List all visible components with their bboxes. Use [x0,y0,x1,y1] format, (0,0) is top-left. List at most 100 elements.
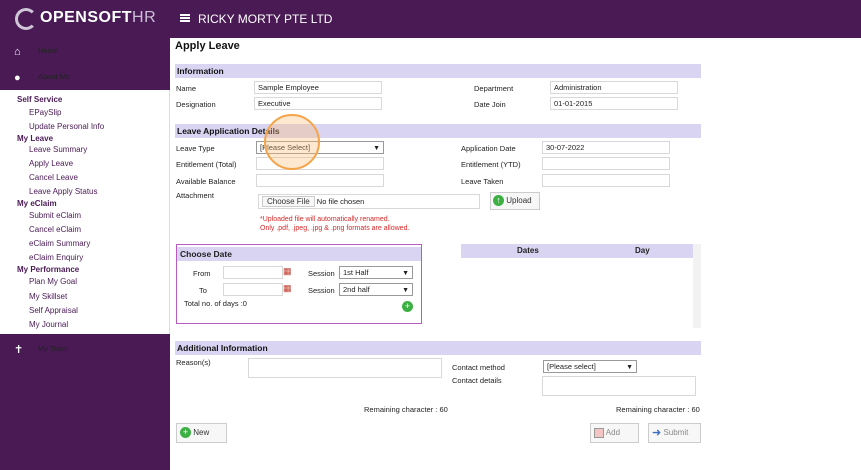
contact-method-label: Contact method [452,363,505,372]
to-date-input[interactable] [223,283,283,296]
nav-home-label: Home [38,46,59,55]
available-balance-label: Available Balance [176,177,236,186]
logo[interactable]: OPENSOFTHR [0,0,170,38]
department-label: Department [474,84,514,93]
logo-text: OPENSOFT [40,9,133,26]
contact-method-select[interactable]: [Please select] ▼ [543,360,637,373]
remaining-characters-reasons: Remaining character : 60 [364,405,448,414]
leave-taken-field [542,174,670,187]
from-date-input[interactable] [223,266,283,279]
upload-label: Upload [506,196,532,205]
add-button[interactable]: Add [590,423,639,443]
upload-button[interactable]: ↑ Upload [490,192,540,210]
department-field: Administration [550,81,678,94]
submenu: Self Service EPaySlip Update Personal In… [0,90,170,334]
choose-date-panel: Choose Date From ▦ Session 1st Half ▼ To… [176,244,422,324]
remaining-characters-contact: Remaining character : 60 [616,405,700,414]
dates-table: Dates Day [461,244,701,328]
available-balance-field [256,174,384,187]
leave-taken-label: Leave Taken [461,177,504,186]
menu-item-my-skillset[interactable]: My Skillset [29,292,67,301]
arrow-right-icon: ➜ [652,427,662,439]
save-icon [594,427,604,438]
chevron-down-icon: ▼ [402,287,409,294]
to-label: To [199,286,207,295]
user-icon: ● [14,72,21,84]
chevron-down-icon: ▼ [373,145,380,152]
menu-self-service[interactable]: Self Service [17,95,62,104]
session-to-value: 2nd half [343,285,370,294]
menu-item-cancel-leave[interactable]: Cancel Leave [29,173,78,182]
nav-about-me[interactable]: ● About Me [0,64,170,92]
upload-icon: ↑ [493,195,504,207]
nav-my-team[interactable]: ✝ My Team [0,336,170,364]
upload-note-1: *Uploaded file will automatically rename… [260,216,390,223]
chevron-down-icon: ▼ [626,364,633,371]
menu-item-eclaim-enquiry[interactable]: eClaim Enquiry [29,253,83,262]
menu-item-eclaim-summary[interactable]: eClaim Summary [29,239,90,248]
application-date-label: Application Date [461,144,516,153]
session-from-select[interactable]: 1st Half ▼ [339,266,413,279]
menu-item-leave-apply-status[interactable]: Leave Apply Status [29,187,98,196]
dates-table-header: Dates Day [461,244,693,258]
entitlement-ytd-field [542,157,670,170]
menu-item-plan-my-goal[interactable]: Plan My Goal [29,277,77,286]
information-heading: Information [175,64,701,78]
attachment-label: Attachment [176,191,214,200]
col-dates: Dates [517,246,539,255]
file-input[interactable]: Choose File No file chosen [258,194,480,209]
menu-my-leave[interactable]: My Leave [17,134,53,143]
submit-button[interactable]: ➜ Submit [648,423,701,443]
upload-note-2: Only .pdf, .jpeg, .jpg & .png formats ar… [260,225,410,232]
leave-type-label: Leave Type [176,144,215,153]
nav-home[interactable]: ⌂ Home [0,38,170,66]
logo-text-light: HR [132,9,157,26]
entitlement-ytd-label: Entitlement (YTD) [461,160,521,169]
no-file-text: No file chosen [316,197,365,206]
menu-item-my-journal[interactable]: My Journal [29,320,68,329]
menu-item-epayslip[interactable]: EPaySlip [29,108,61,117]
menu-item-leave-summary[interactable]: Leave Summary [29,145,87,154]
add-icon: + [180,427,191,439]
home-icon: ⌂ [14,46,21,58]
col-day: Day [635,246,650,255]
menu-my-eclaim[interactable]: My eClaim [17,199,57,208]
entitlement-total-label: Entitlement (Total) [176,160,237,169]
from-calendar-icon[interactable]: ▦ [283,266,292,277]
nav-about-label: About Me [38,72,71,81]
additional-heading: Additional Information [175,341,701,355]
page-title: Apply Leave [175,40,240,52]
session-to-label: Session [308,286,335,295]
dates-scrollbar[interactable] [693,244,701,328]
logo-mark-icon [15,8,37,30]
application-date-field: 30-07-2022 [542,141,670,154]
submit-label: Submit [663,428,689,438]
add-date-icon[interactable]: + [402,301,413,312]
from-label: From [193,269,211,278]
menu-my-performance[interactable]: My Performance [17,265,79,274]
datejoin-label: Date Join [474,100,506,109]
menu-icon[interactable] [180,14,190,22]
menu-item-update-personal-info[interactable]: Update Personal Info [29,122,104,131]
to-calendar-icon[interactable]: ▦ [283,283,292,294]
nav-my-team-label: My Team [38,344,69,353]
menu-item-cancel-eclaim[interactable]: Cancel eClaim [29,225,81,234]
name-field: Sample Employee [254,81,382,94]
menu-item-apply-leave[interactable]: Apply Leave [29,159,73,168]
name-label: Name [176,84,197,93]
contact-method-value: [Please select] [547,362,596,371]
total-days: Total no. of days :0 [184,299,247,308]
new-button[interactable]: + New [176,423,227,443]
choose-file-button[interactable]: Choose File [262,196,315,207]
focus-highlight [264,114,320,170]
reasons-textarea[interactable] [248,358,442,378]
add-label: Add [605,428,621,437]
designation-field: Executive [254,97,382,110]
company-name: RICKY MORTY PTE LTD [198,12,333,26]
leave-application-heading: Leave Application Details [175,124,701,138]
session-to-select[interactable]: 2nd half ▼ [339,283,413,296]
menu-item-self-appraisal[interactable]: Self Appraisal [29,306,78,315]
chevron-down-icon: ▼ [402,270,409,277]
contact-details-textarea[interactable] [542,376,696,396]
menu-item-submit-eclaim[interactable]: Submit eClaim [29,211,81,220]
